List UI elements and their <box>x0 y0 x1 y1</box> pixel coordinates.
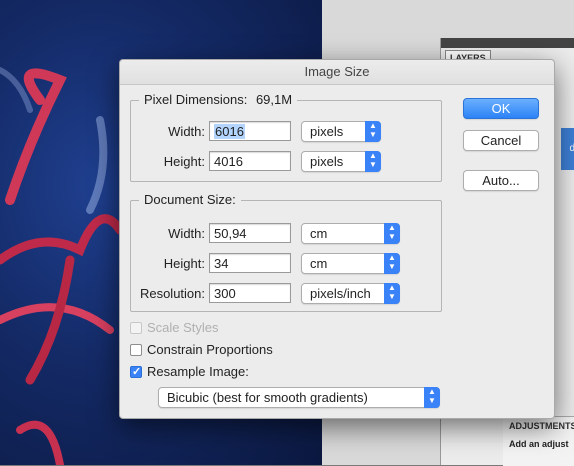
adjustments-title: ADJUSTMENTS <box>509 421 574 431</box>
doc-height-value: 34 <box>214 256 229 271</box>
pixel-width-field[interactable]: 6016 <box>209 121 291 141</box>
pixel-height-value: 4016 <box>214 154 243 169</box>
updown-chevron-icon: ▲ ▼ <box>384 283 400 304</box>
resolution-label: Resolution: <box>139 286 205 301</box>
resolution-unit: pixels/inch <box>310 286 371 301</box>
updown-chevron-icon: ▲ ▼ <box>365 121 381 142</box>
updown-chevron-icon: ▲ ▼ <box>384 253 400 274</box>
constrain-proportions-label: Constrain Proportions <box>147 342 273 357</box>
pixel-dimensions-size: 69,1M <box>255 92 293 107</box>
pixel-dimensions-title: Pixel Dimensions: 69,1M <box>139 92 298 107</box>
document-size-group: Document Size: Width: 50,94 cm ▲ ▼ Height… <box>130 192 442 312</box>
checkbox-icon <box>130 344 142 356</box>
pixel-height-label: Height: <box>163 154 205 169</box>
doc-height-field[interactable]: 34 <box>209 253 291 273</box>
resample-image-label: Resample Image: <box>147 364 249 379</box>
pixel-width-unit: pixels <box>310 124 344 139</box>
scale-styles-label: Scale Styles <box>147 320 219 335</box>
dialog-title: Image Size <box>120 60 554 85</box>
pixel-height-unit: pixels <box>310 154 344 169</box>
resolution-unit-select[interactable]: pixels/inch ▲ ▼ <box>301 283 400 304</box>
checkbox-checked-icon <box>130 364 142 380</box>
adjustments-hint: Add an adjust <box>509 439 569 449</box>
selected-layer[interactable]: d <box>561 128 574 170</box>
checkbox-icon <box>130 322 142 334</box>
resample-method-select[interactable]: Bicubic (best for smooth gradients) ▲ ▼ <box>158 387 440 408</box>
pixel-dimensions-label: Pixel Dimensions: <box>144 92 248 107</box>
updown-chevron-icon: ▲ ▼ <box>384 223 400 244</box>
adjustments-panel: ADJUSTMENTS Add an adjust <box>503 416 574 466</box>
image-size-dialog: Image Size Pixel Dimensions: 69,1M Width… <box>119 59 555 419</box>
pixel-width-value: 6016 <box>214 124 245 139</box>
doc-height-label: Height: <box>163 256 205 271</box>
ok-button[interactable]: OK <box>463 98 539 119</box>
doc-width-unit: cm <box>310 226 328 241</box>
resolution-value: 300 <box>214 286 236 301</box>
updown-chevron-icon: ▲ ▼ <box>365 151 381 172</box>
resolution-field[interactable]: 300 <box>209 283 291 303</box>
pixel-width-unit-select[interactable]: pixels ▲ ▼ <box>301 121 381 142</box>
constrain-proportions-checkbox[interactable]: Constrain Proportions <box>130 342 273 358</box>
panel-titlebar <box>441 38 574 48</box>
pixel-height-field[interactable]: 4016 <box>209 151 291 171</box>
pixel-height-unit-select[interactable]: pixels ▲ ▼ <box>301 151 381 172</box>
doc-width-unit-select[interactable]: cm ▲ ▼ <box>301 223 400 244</box>
doc-height-unit: cm <box>310 256 328 271</box>
resample-method: Bicubic (best for smooth gradients) <box>167 390 368 405</box>
pixel-width-label: Width: <box>168 124 205 139</box>
auto-button[interactable]: Auto... <box>463 170 539 191</box>
updown-chevron-icon: ▲ ▼ <box>424 387 440 408</box>
cancel-button[interactable]: Cancel <box>463 130 539 151</box>
doc-width-field[interactable]: 50,94 <box>209 223 291 243</box>
scale-styles-checkbox[interactable]: Scale Styles <box>130 320 219 336</box>
document-size-label: Document Size: <box>139 192 241 207</box>
pixel-dimensions-group: Pixel Dimensions: 69,1M Width: 6016 pixe… <box>130 92 442 182</box>
doc-height-unit-select[interactable]: cm ▲ ▼ <box>301 253 400 274</box>
doc-width-label: Width: <box>168 226 205 241</box>
doc-width-value: 50,94 <box>214 226 247 241</box>
resample-image-checkbox[interactable]: Resample Image: <box>130 364 249 380</box>
